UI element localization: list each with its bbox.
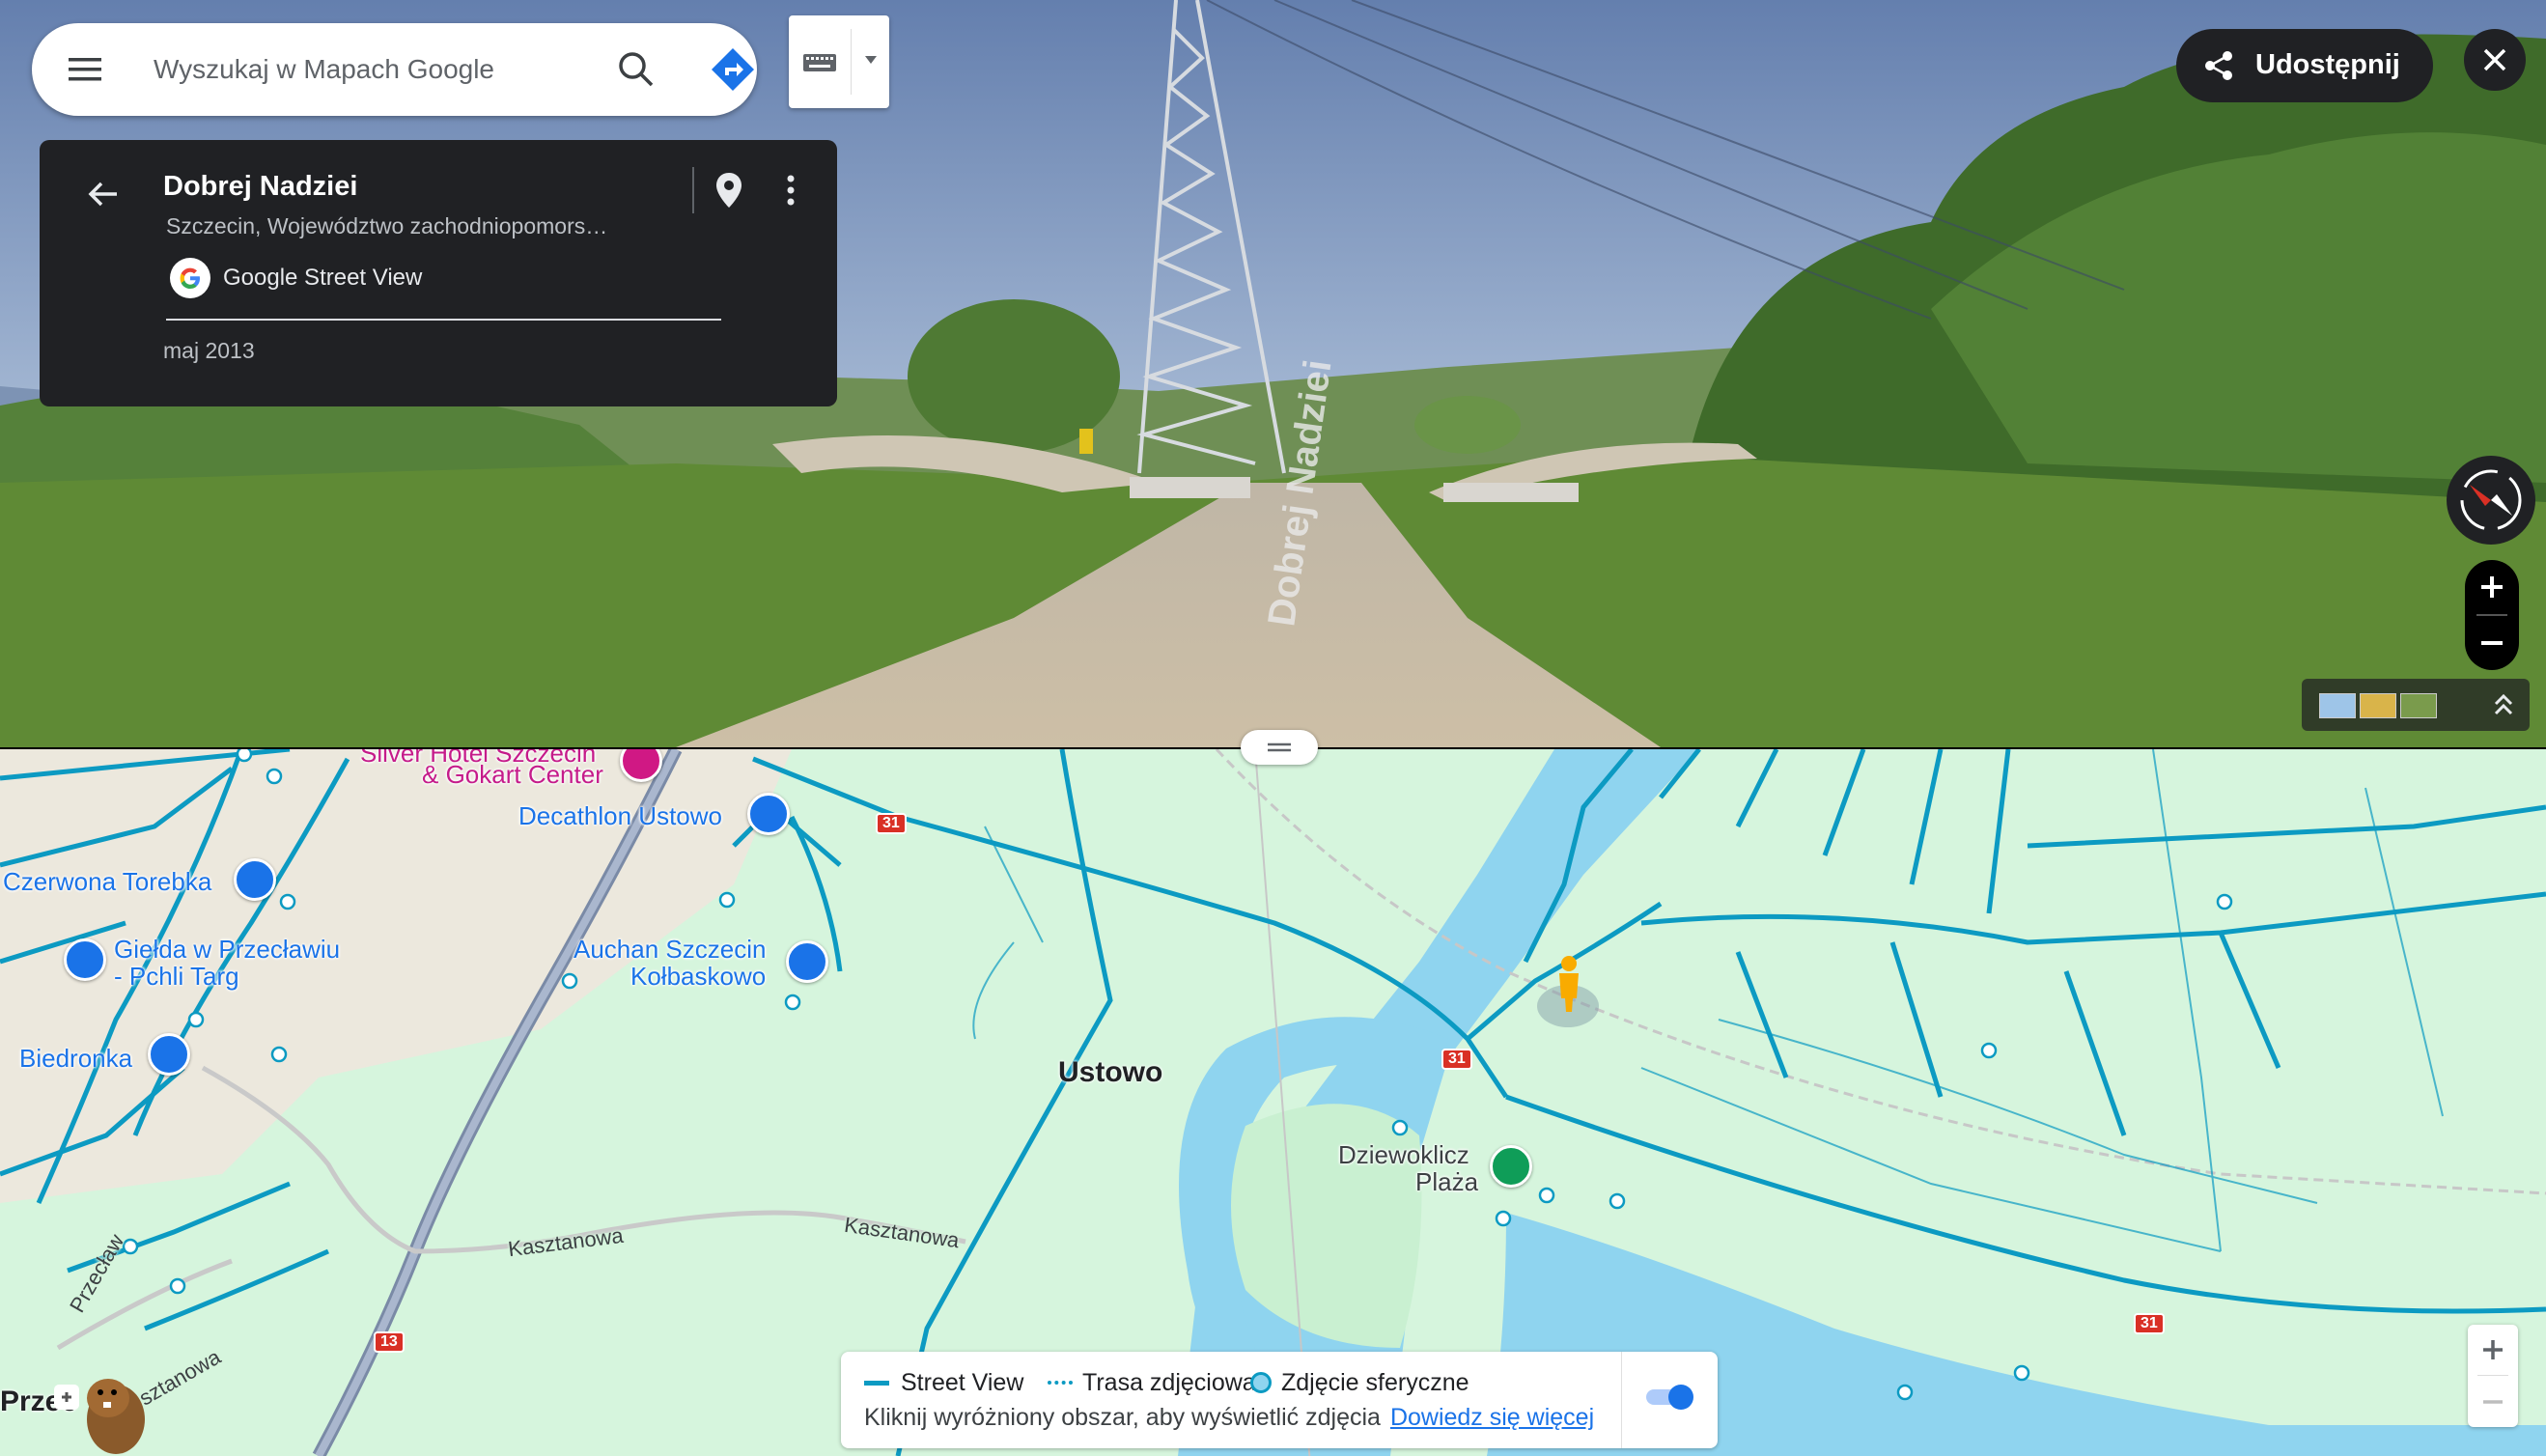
close-icon[interactable] [2464,29,2526,91]
legend-hint: Kliknij wyróżniony obszar, aby wyświetli… [864,1404,1594,1432]
thumbnail[interactable] [2319,693,2356,718]
street-view-app: Dobrej Nadziei Wyszukaj w Mapach Google … [0,0,2546,1456]
search-icon[interactable] [611,44,661,95]
keyboard-icon[interactable] [789,15,851,108]
shopping-cart-pin-icon[interactable] [786,940,828,983]
spherical-photo-swatch [1250,1372,1272,1393]
more-options-icon[interactable] [771,165,810,215]
location-info-card: Dobrej Nadziei Szczecin, Województwo zac… [40,140,837,406]
input-tools [789,15,889,108]
share-button[interactable]: Udostępnij [2176,29,2433,102]
location-subtitle: Szczecin, Województwo zachodniopomors… [166,213,608,238]
beach-pin-icon[interactable] [1490,1145,1532,1188]
split-resize-handle[interactable] [1241,730,1318,765]
search-input[interactable] [154,44,578,95]
road-shield-31: 31 [876,813,907,834]
share-label: Udostępnij [2255,49,2400,80]
legend-hint-text: Kliknij wyróżniony obszar, aby wyświetli… [864,1404,1381,1431]
capture-date[interactable]: maj 2013 [163,338,255,364]
poi-gielda-label-2[interactable]: - Pchli Targ [114,963,239,991]
divider [1621,1352,1622,1448]
divider [166,319,721,321]
street-view-panorama[interactable]: Dobrej Nadziei Wyszukaj w Mapach Google … [0,0,2546,747]
divider [692,167,694,213]
street-view-line-swatch [864,1381,889,1386]
zoom-in-icon[interactable] [2468,1325,2518,1375]
thumbnail[interactable] [2400,693,2437,718]
legend-street-view-label: Street View [901,1369,1024,1396]
google-logo-icon [170,258,210,298]
divider [851,29,852,95]
back-arrow-icon[interactable] [78,169,128,219]
poi-dziewoklicz-label-2[interactable]: Plaża [1415,1168,1478,1196]
shopping-bag-pin-icon[interactable] [234,858,276,901]
zoom-out-icon[interactable] [2465,616,2519,670]
place-ustowo-label: Ustowo [1058,1056,1163,1088]
thumbnail[interactable] [2360,693,2396,718]
poi-auchan-label[interactable]: Auchan Szczecin [574,936,766,964]
coverage-toggle[interactable] [1644,1381,1698,1414]
learn-more-link[interactable]: Dowiedz się więcej [1390,1404,1594,1431]
poi-gielda-label[interactable]: Giełda w Przecławiu [114,936,340,964]
map-canvas[interactable]: Silver Hotel Szczecin & Gokart Center De… [0,749,2546,1456]
location-title: Dobrej Nadziei [163,171,358,202]
imagery-thumbnails [2302,679,2530,731]
legend-spherical-label: Zdjęcie sferyczne [1281,1369,1469,1396]
search-box [32,23,757,116]
divider [2477,1375,2508,1376]
street-view-avatar-icon[interactable] [50,1359,151,1456]
imagery-source: Google Street View [223,265,423,291]
road-shield-31: 31 [2134,1313,2165,1334]
coverage-legend: Street View Trasa zdjęciowa Zdjęcie sfer… [841,1352,1718,1448]
shopping-cart-pin-icon[interactable] [64,938,106,981]
street-view-zoom [2465,560,2519,670]
shopping-cart-pin-icon[interactable] [148,1033,190,1076]
road-shield-31: 31 [1441,1049,1472,1070]
poi-dziewoklicz-label[interactable]: Dziewoklicz [1338,1141,1469,1169]
hamburger-menu-icon[interactable] [61,46,107,93]
share-icon [2201,48,2236,83]
shopping-bag-pin-icon[interactable] [747,793,790,835]
photo-route-swatch [1048,1381,1073,1385]
directions-icon[interactable] [708,44,758,95]
poi-gokart-label[interactable]: & Gokart Center [422,761,603,789]
map-pin-icon[interactable] [706,165,752,215]
poi-biedronka-label[interactable]: Biedronka [19,1045,132,1073]
poi-decathlon-label[interactable]: Decathlon Ustowo [518,802,722,830]
map-zoom [2468,1325,2518,1427]
compass-icon[interactable] [2447,456,2535,545]
zoom-in-icon[interactable] [2465,560,2519,614]
legend-photo-route-label: Trasa zdjęciowa [1082,1369,1256,1396]
poi-auchan-label-2[interactable]: Kołbaskowo [630,963,766,991]
zoom-out-icon[interactable] [2468,1377,2518,1427]
chevron-up-double-icon[interactable] [2483,685,2524,725]
road-shield-13: 13 [374,1331,405,1353]
caret-down-icon[interactable] [853,15,889,108]
poi-czerwona-label[interactable]: Czerwona Torebka [3,868,211,896]
